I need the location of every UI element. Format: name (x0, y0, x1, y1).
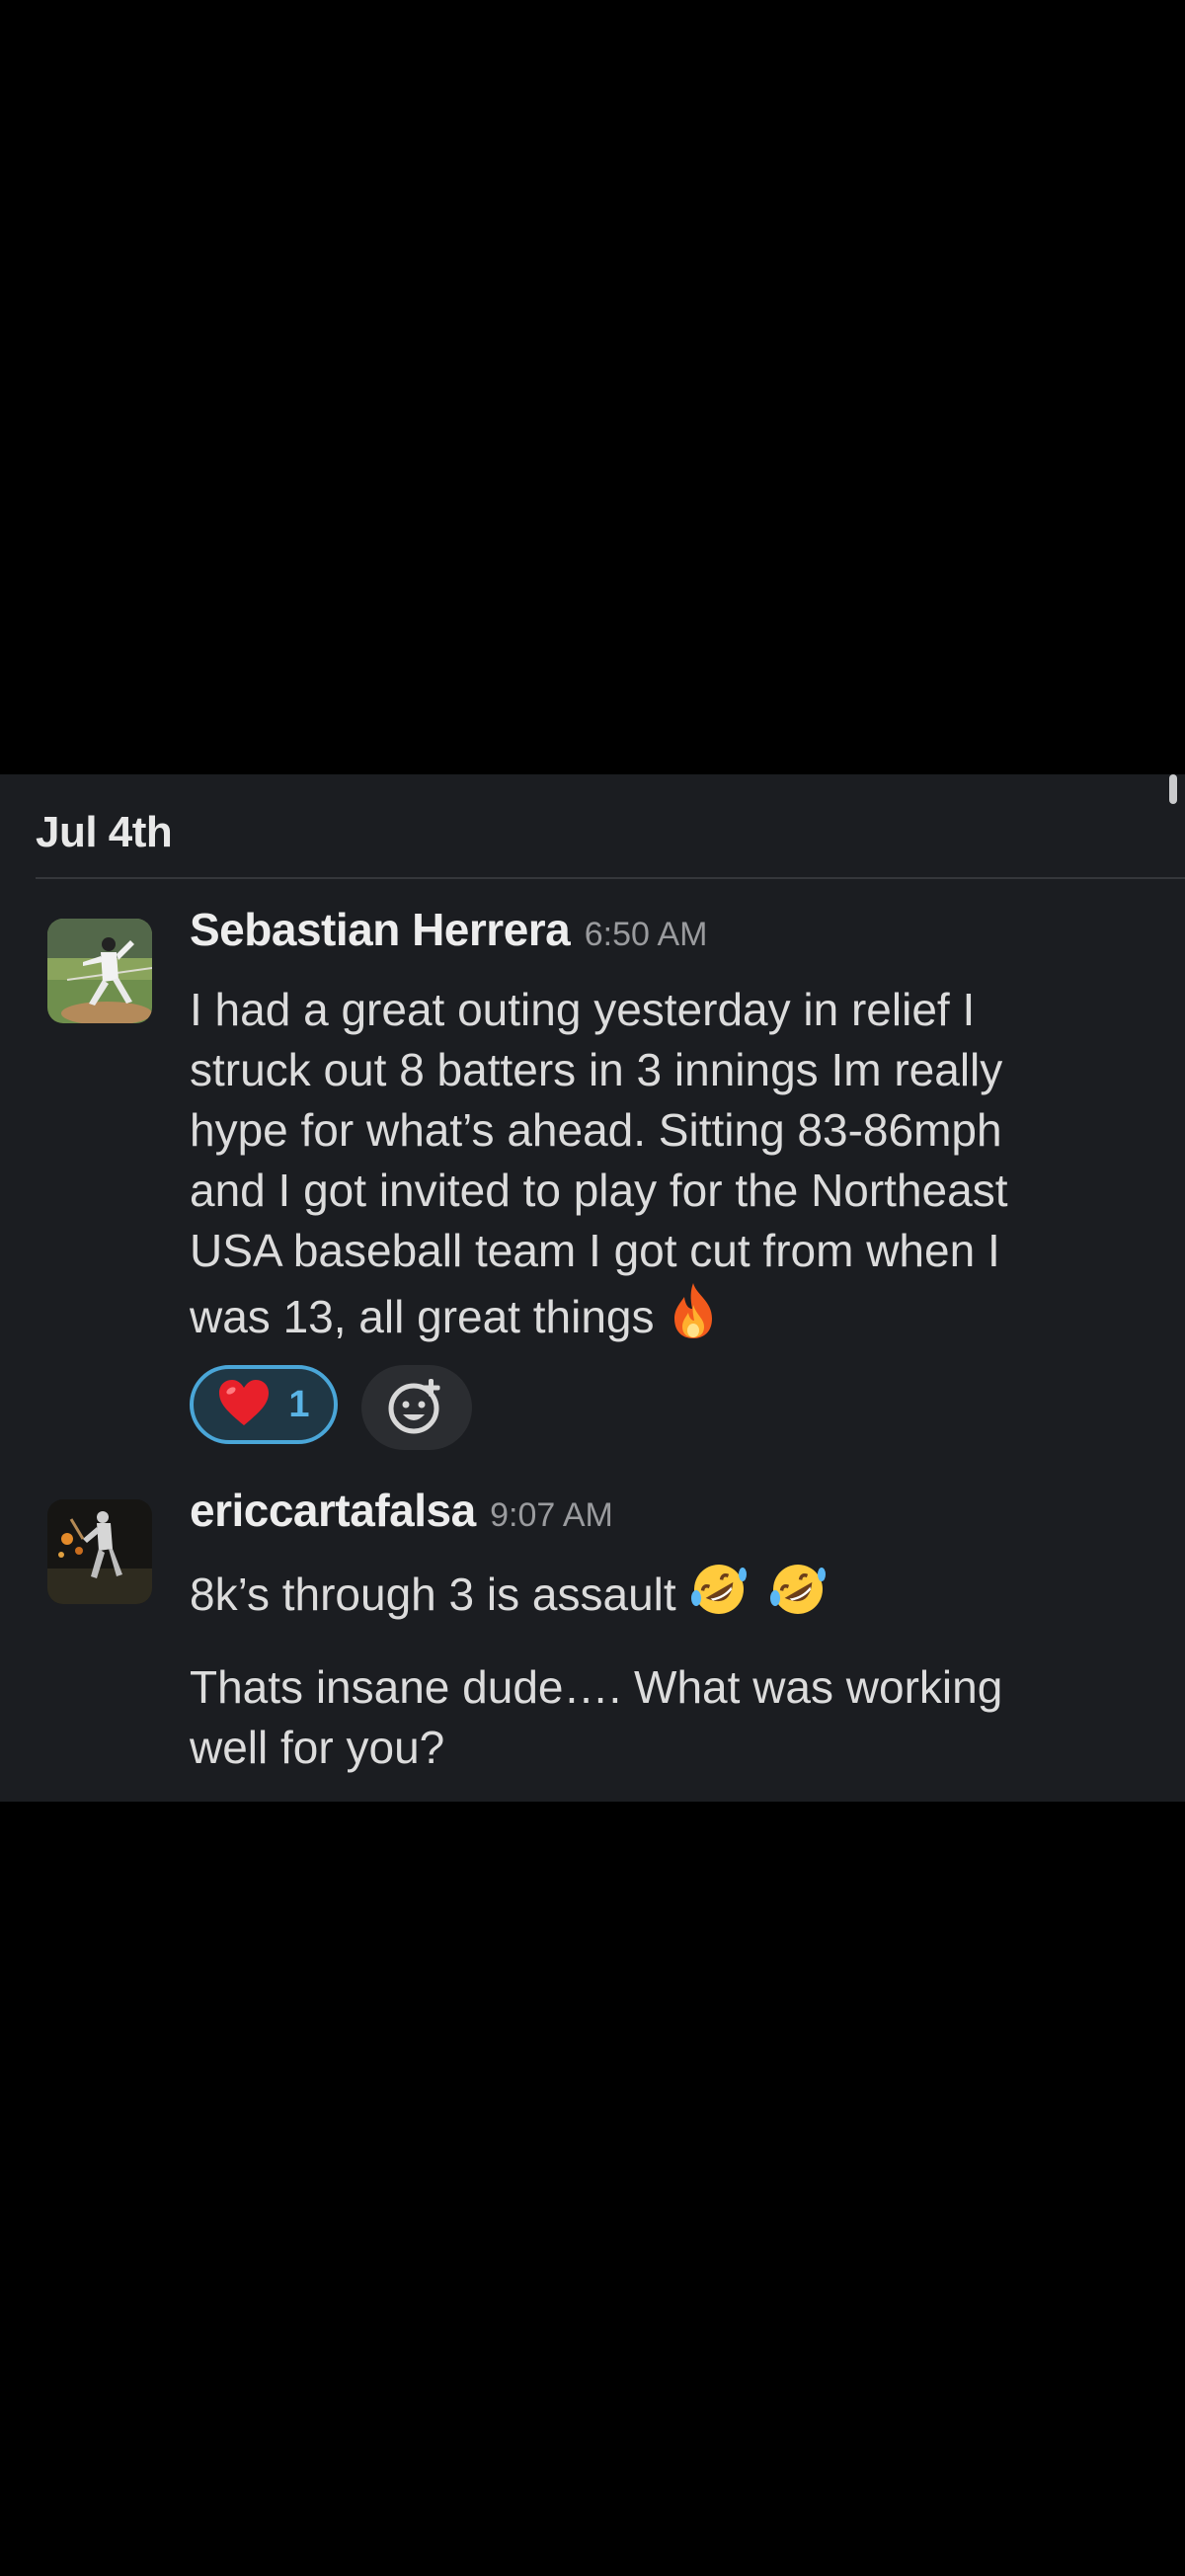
message-author[interactable]: Sebastian Herrera (190, 904, 571, 955)
add-reaction-icon (386, 1375, 447, 1441)
message-line: hype for what’s ahead. Sitting 83-86mph (190, 1104, 1002, 1156)
rolling-on-floor-laughing-emoji-icon (688, 1561, 750, 1633)
heart-emoji-icon (217, 1378, 271, 1432)
message-line: and I got invited to play for the Northe… (190, 1165, 1008, 1216)
date-divider-label: Jul 4th (36, 808, 173, 856)
message-line: Thats insane dude…. What was working (190, 1661, 1003, 1713)
message-body: Thats insane dude…. What was working wel… (190, 1657, 1118, 1778)
message-line: struck out 8 batters in 3 innings Im rea… (190, 1044, 1003, 1095)
message-line: I had a great outing yesterday in relief… (190, 984, 976, 1035)
avatar[interactable] (47, 919, 152, 1023)
message-author[interactable]: ericcartafalsa (190, 1485, 476, 1536)
scrollbar[interactable] (1169, 774, 1177, 804)
message-line: well for you? (190, 1722, 445, 1773)
message-timestamp[interactable]: 9:07 AM (490, 1496, 613, 1534)
rolling-on-floor-laughing-emoji-icon (767, 1561, 829, 1633)
message-list-panel[interactable]: Jul 4th Sebastian Herrera 6:50 AM I had … (0, 774, 1185, 1802)
fire-emoji-icon (667, 1281, 720, 1355)
message-body: 8k’s through 3 is assault (190, 1561, 1118, 1633)
date-divider-line (36, 877, 1185, 879)
message-timestamp[interactable]: 6:50 AM (585, 916, 708, 953)
message-body: I had a great outing yesterday in relief… (190, 980, 1118, 1355)
message-line: USA baseball team I got cut from when I (190, 1225, 1000, 1276)
add-reaction-button[interactable] (361, 1365, 472, 1450)
message-line: 8k’s through 3 is assault (190, 1569, 676, 1620)
reaction-heart-button[interactable]: 1 (190, 1365, 338, 1444)
avatar[interactable] (47, 1499, 152, 1604)
reaction-count: 1 (288, 1383, 310, 1425)
message-line: was 13, all great things (190, 1291, 655, 1342)
